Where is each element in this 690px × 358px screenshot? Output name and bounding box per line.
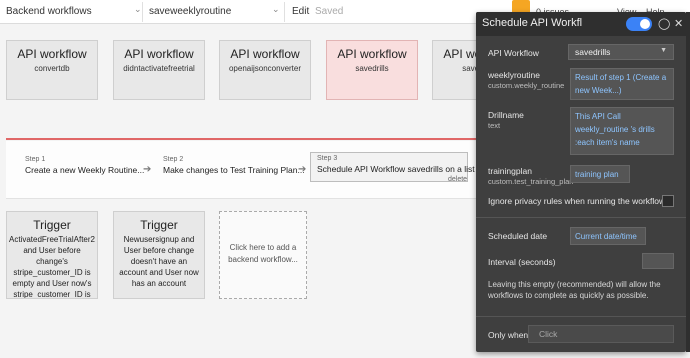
chevron-down-icon[interactable]: ⌄ (272, 4, 280, 15)
divider (142, 2, 143, 22)
panel-title: Schedule API Workflow s (482, 17, 582, 29)
divider (476, 217, 686, 218)
workflow-select[interactable]: saveweeklyroutine (149, 3, 231, 21)
step-number: Step 3 (317, 155, 338, 162)
workflow-card-convertdb[interactable]: API workflow convertdb (6, 40, 98, 100)
trainingplan-field[interactable]: training plan (570, 165, 630, 183)
chevron-down-icon[interactable]: ⌄ (134, 4, 142, 15)
trigger-title: Trigger (140, 218, 178, 232)
workflow-card-name: openaijsonconverter (228, 64, 302, 73)
only-when-placeholder: Click (539, 329, 558, 339)
workflow-card-name: savedrills (355, 64, 389, 73)
workflow-card-name: convertdb (34, 64, 70, 73)
workflow-card-name: didntactivatefreetrial (123, 64, 195, 73)
trigger-description: ActivatedFreeTrialAfter2 and User before… (9, 235, 95, 299)
workflow-card-openaijsonconverter[interactable]: API workflow openaijsonconverter (219, 40, 311, 100)
edit-menu[interactable]: Edit (292, 3, 309, 21)
interval-note: Leaving this empty (recommended) will al… (488, 280, 661, 300)
step-1[interactable]: Step 1 Create a new Weekly Routine... (25, 156, 144, 175)
divider (284, 2, 285, 22)
only-when-input[interactable]: Click (528, 325, 674, 343)
step-name: Create a new Weekly Routine... (25, 165, 145, 175)
weeklyroutine-field[interactable]: Result of step 1 (Create a new Week...) (570, 68, 674, 100)
weeklyroutine-label: weeklyroutine (488, 70, 540, 80)
close-icon[interactable]: ✕ (674, 17, 683, 30)
trainingplan-label: trainingplan (488, 166, 532, 176)
triangle-down-icon: ▼ (660, 47, 667, 54)
trigger-card-activatedfreetrial[interactable]: Trigger ActivatedFreeTrialAfter2 and Use… (6, 211, 98, 299)
workflow-card-title: API workflow (337, 47, 407, 61)
drillname-field[interactable]: This API Call weekly_routine 's drills :… (570, 107, 674, 155)
toggle-knob (640, 19, 650, 29)
workflow-card-title: API workflow (230, 47, 300, 61)
comment-icon[interactable]: ◯ (658, 17, 670, 30)
scheduled-date-label: Scheduled date (488, 231, 548, 241)
step-number: Step 2 (163, 156, 184, 163)
interval-label: Interval (seconds) (488, 257, 556, 267)
weeklyroutine-type: custom.weekly_routine (488, 81, 565, 90)
workflow-card-title: API workflow (17, 47, 87, 61)
step-2[interactable]: Step 2 Make changes to Test Training Pla… (163, 156, 305, 175)
api-workflow-value: savedrills (575, 47, 611, 57)
trainingplan-type: custom.test_training_plan (488, 177, 574, 186)
saved-status: Saved (315, 6, 344, 17)
drillname-type: text (488, 121, 501, 130)
add-workflow-label: Click here to add a backend workflow... (228, 243, 298, 264)
ignore-privacy-label: Ignore privacy rules when running the wo… (488, 196, 666, 206)
schedule-api-workflow-panel: Schedule API Workflow s ◯ ✕ API Workflow… (476, 12, 686, 352)
interval-input[interactable] (642, 253, 674, 269)
api-workflow-label: API Workflow (488, 48, 539, 58)
add-backend-workflow-button[interactable]: Click here to add a backend workflow... (219, 211, 307, 299)
divider (476, 316, 686, 317)
step-name: Make changes to Test Training Plan... (163, 165, 305, 175)
workflow-card-savedrills[interactable]: API workflow savedrills (326, 40, 418, 100)
drillname-label: Drillname (488, 110, 524, 120)
only-when-label: Only when (488, 330, 529, 340)
trigger-description: Newusersignup and User before change doe… (119, 235, 199, 288)
workflow-card-didntactivatefreetrial[interactable]: API workflow didntactivatefreetrial (113, 40, 205, 100)
trigger-title: Trigger (33, 218, 71, 232)
panel-header[interactable]: Schedule API Workflow s ◯ ✕ (476, 12, 686, 36)
arrow-right-icon: ➔ (143, 164, 152, 175)
panel-toggle[interactable] (626, 17, 652, 31)
panel-scrollbar[interactable] (686, 12, 690, 352)
delete-step-button[interactable]: delete (448, 176, 467, 183)
arrow-right-icon: ➔ (298, 164, 307, 175)
page-select[interactable]: Backend workflows (6, 3, 92, 21)
api-workflow-dropdown[interactable]: savedrills ▼ (568, 44, 674, 60)
ignore-privacy-checkbox[interactable] (662, 195, 674, 207)
step-name: Schedule API Workflow savedrills on a li… (317, 164, 475, 174)
scheduled-date-field[interactable]: Current date/time (570, 227, 646, 245)
trigger-card-newusersignup[interactable]: Trigger Newusersignup and User before ch… (113, 211, 205, 299)
workflow-card-title: API workflow (124, 47, 194, 61)
step-3[interactable]: Step 3 Schedule API Workflow savedrills … (310, 152, 475, 182)
step-number: Step 1 (25, 156, 46, 163)
